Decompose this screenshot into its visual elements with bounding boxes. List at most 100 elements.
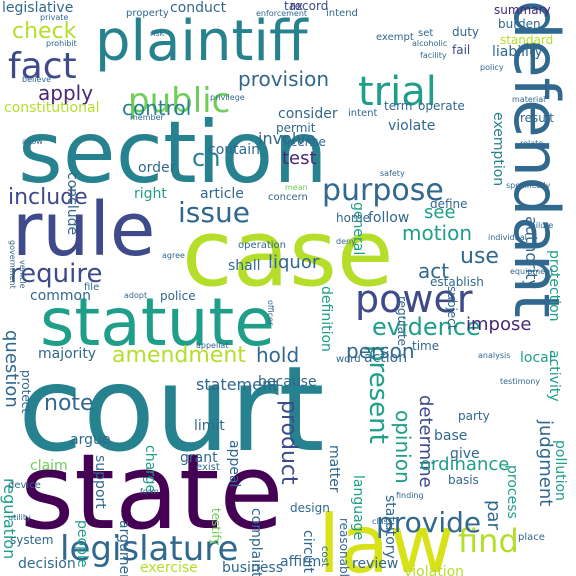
cloud-word-general: general <box>350 202 366 255</box>
cloud-word-time: time <box>412 339 439 353</box>
cloud-word-hold: hold <box>256 343 299 367</box>
cloud-word-safety: safety <box>380 169 405 178</box>
cloud-word-design: design <box>290 501 330 515</box>
cloud-word-government: government <box>8 240 17 289</box>
cloud-word-alcoholic: alcoholic <box>412 39 447 48</box>
cloud-word-reasonable: reasonable <box>337 518 351 576</box>
cloud-word-operation: operation <box>238 240 286 251</box>
cloud-word-deny: deny <box>336 237 356 246</box>
cloud-word-opinion: opinion <box>391 410 415 484</box>
cloud-word-file: file <box>84 282 99 293</box>
cloud-word-operate: operate <box>418 99 465 113</box>
cloud-word-facility: facility <box>420 51 447 60</box>
cloud-word-par: par <box>483 500 504 530</box>
cloud-word-right: right <box>134 186 167 202</box>
cloud-word-class: class <box>372 517 392 526</box>
cloud-word-evidence: evidence <box>372 313 481 341</box>
cloud-word-contain: contain <box>208 142 260 158</box>
cloud-word-appeal: appeal <box>226 440 242 487</box>
cloud-word-place: place <box>518 532 545 543</box>
cloud-word-individual: individual <box>488 233 527 242</box>
cloud-word-conclude: conclude <box>64 172 80 235</box>
cloud-word-fail: fail <box>452 43 470 57</box>
cloud-word-give: give <box>450 446 480 462</box>
cloud-word-finding: finding <box>396 491 424 500</box>
cloud-word-duty: duty <box>452 25 479 39</box>
cloud-word-device: device <box>8 480 41 491</box>
cloud-word-charge: charge <box>142 445 158 493</box>
cloud-word-decision: decision <box>18 556 76 572</box>
cloud-word-matter: matter <box>326 445 342 493</box>
cloud-word-conduct: conduct <box>170 0 227 16</box>
cloud-word-people: people <box>74 520 90 567</box>
cloud-word-exempt: exempt <box>376 32 414 43</box>
cloud-word-result: result <box>520 111 554 125</box>
cloud-word-product: product <box>276 400 301 485</box>
cloud-word-majority: majority <box>38 346 96 362</box>
cloud-word-intent: intent <box>348 108 378 119</box>
cloud-word-allow: allow <box>22 137 43 146</box>
cloud-word-violate: violate <box>388 118 435 134</box>
cloud-word-summary: summary <box>494 3 551 17</box>
cloud-word-policy: policy <box>480 63 504 72</box>
cloud-word-support: support <box>92 455 108 509</box>
cloud-word-system: system <box>10 533 53 547</box>
cloud-word-follow: follow <box>368 210 409 226</box>
cloud-word-definition: definition <box>318 286 334 352</box>
cloud-word-mean: mean <box>285 183 308 192</box>
cloud-word-specifically: specifically <box>506 181 551 190</box>
word-cloud: courtstatesectioncasestatuteplaintiff def… <box>0 0 573 576</box>
cloud-word-impose: impose <box>466 314 531 335</box>
cloud-word-property: property <box>126 8 169 19</box>
cloud-word-business: business <box>222 560 283 576</box>
cloud-word-use: use <box>460 244 499 269</box>
cloud-word-material: material <box>512 95 545 104</box>
cloud-word-note: note <box>44 391 94 416</box>
cloud-word-risk: risk <box>150 29 165 38</box>
cloud-word-home: home <box>336 211 370 225</box>
cloud-word-language: language <box>350 475 366 540</box>
cloud-word-concern: concern <box>268 192 308 203</box>
cloud-word-base: base <box>434 428 467 444</box>
cloud-word-protection: protection <box>546 250 562 322</box>
cloud-word-testify: testify <box>209 508 223 546</box>
cloud-word-statutory: statutory <box>382 495 398 559</box>
cloud-word-privilege: privilege <box>210 93 245 102</box>
cloud-word-equipment: equipment <box>510 267 553 276</box>
cloud-word-member: member <box>130 113 165 122</box>
cloud-word-violation: violation <box>404 564 464 576</box>
cloud-word-question: question <box>1 330 22 408</box>
cloud-word-intend: intend <box>326 8 358 19</box>
cloud-word-article: article <box>200 186 244 202</box>
cloud-word-relate: relate <box>520 139 543 148</box>
cloud-word-review: review <box>352 556 398 572</box>
cloud-word-cost: cost <box>319 546 330 567</box>
cloud-word-appellat: appellat <box>196 341 228 350</box>
cloud-word-common: common <box>30 288 91 304</box>
cloud-word-claim: claim <box>30 458 68 474</box>
cloud-word-pollution: pollution <box>552 440 568 501</box>
cloud-word-believe: believe <box>22 75 51 84</box>
cloud-word-because: because <box>258 374 317 390</box>
cloud-word-failure: failure <box>528 221 553 230</box>
cloud-word-action: action <box>364 350 407 366</box>
cloud-word-officer: officer <box>266 300 275 326</box>
cloud-word-protect: protect <box>19 370 33 413</box>
cloud-word-private: private <box>40 13 68 22</box>
cloud-word-exercise: exercise <box>140 560 198 576</box>
cloud-word-argue: argue <box>70 432 110 448</box>
cloud-word-provision: provision <box>238 67 329 91</box>
cloud-word-shall: shall <box>228 258 261 274</box>
cloud-word-vehicle: vehicle <box>18 260 27 289</box>
cloud-word-word: word <box>336 354 361 365</box>
cloud-word-analysis: analysis <box>478 351 510 360</box>
cloud-word-exemption: exemption <box>490 112 506 186</box>
cloud-word-testimony: testimony <box>500 377 540 386</box>
cloud-word-limit: limit <box>194 418 225 434</box>
cloud-word-motion: motion <box>402 221 472 245</box>
cloud-word-party: party <box>458 409 490 423</box>
cloud-word-set: set <box>418 28 433 39</box>
cloud-word-activity: activity <box>546 350 562 402</box>
cloud-word-basis: basis <box>448 473 479 487</box>
cloud-word-prohibit: prohibit <box>46 39 77 48</box>
